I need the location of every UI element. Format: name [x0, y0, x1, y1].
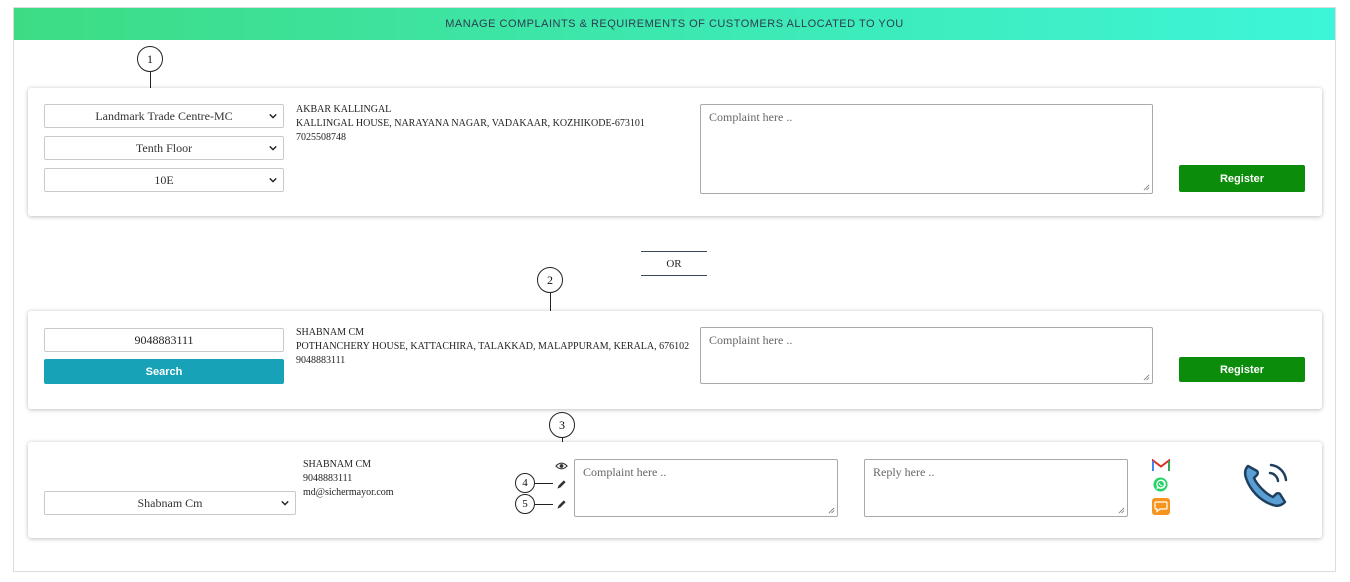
resize-grip-icon[interactable]	[1143, 374, 1150, 381]
annotation-line-2	[550, 293, 551, 311]
resize-grip-icon[interactable]	[1118, 507, 1125, 514]
chevron-down-icon	[269, 177, 277, 183]
building-select-value: Landmark Trade Centre-MC	[95, 109, 233, 123]
annotation-badge-2: 2	[537, 267, 563, 293]
resize-grip-icon[interactable]	[828, 507, 835, 514]
customer-phone: 9048883111	[303, 473, 353, 484]
annotation-line-5	[535, 504, 553, 505]
register-button[interactable]: Register	[1179, 165, 1305, 192]
chevron-down-icon	[269, 145, 277, 151]
building-select[interactable]: Landmark Trade Centre-MC	[44, 104, 284, 128]
customer-email: md@sichermayor.com	[303, 487, 394, 498]
whatsapp-icon[interactable]	[1153, 477, 1168, 492]
customer-name: SHABNAM CM	[296, 327, 365, 338]
complaint-textarea[interactable]: Complaint here ..	[574, 459, 838, 517]
annotation-badge-1: 1	[137, 46, 163, 72]
phone-search-input[interactable]: 9048883111	[44, 328, 284, 352]
eye-icon[interactable]	[555, 461, 568, 471]
annotation-line-1	[150, 72, 151, 89]
customer-info: SHABNAM CM POTHANCHERY HOUSE, KATTACHIRA…	[296, 326, 689, 368]
pencil-icon[interactable]	[556, 499, 567, 510]
complaint-textarea[interactable]: Complaint here ..	[700, 104, 1153, 194]
customer-phone: 9048883111	[296, 355, 346, 366]
complaint-placeholder: Complaint here ..	[709, 110, 793, 124]
unit-select-value: 10E	[154, 173, 174, 187]
annotation-badge-5: 5	[515, 494, 535, 514]
floor-select-value: Tenth Floor	[135, 141, 193, 155]
or-separator: OR	[641, 251, 707, 276]
customer-phone: 7025508748	[296, 132, 346, 143]
phone-call-icon[interactable]	[1240, 457, 1294, 511]
gmail-icon[interactable]	[1152, 459, 1170, 472]
sms-icon[interactable]	[1152, 498, 1170, 515]
register-button[interactable]: Register	[1179, 357, 1305, 382]
unit-select[interactable]: 10E	[44, 168, 284, 192]
customer-address: POTHANCHERY HOUSE, KATTACHIRA, TALAKKAD,…	[296, 341, 690, 352]
reply-placeholder: Reply here ..	[873, 465, 935, 479]
or-label: OR	[666, 257, 682, 270]
complaint-placeholder: Complaint here ..	[709, 333, 793, 347]
pencil-icon[interactable]	[556, 479, 567, 490]
search-button[interactable]: Search	[44, 359, 284, 384]
customer-name: SHABNAM CM	[303, 459, 372, 470]
floor-select[interactable]: Tenth Floor	[44, 136, 284, 160]
customer-info: AKBAR KALLINGAL KALLINGAL HOUSE, NARAYAN…	[296, 103, 645, 145]
annotation-line-4	[535, 483, 553, 484]
customer-address: KALLINGAL HOUSE, NARAYANA NAGAR, VADAKAA…	[296, 118, 645, 129]
chevron-down-icon	[269, 113, 277, 119]
annotation-badge-3: 3	[549, 412, 575, 438]
customer-select-value: Shabnam Cm	[137, 496, 203, 510]
customer-info: SHABNAM CM 9048883111 md@sichermayor.com	[303, 458, 394, 500]
resize-grip-icon[interactable]	[1143, 184, 1150, 191]
customer-name: AKBAR KALLINGAL	[296, 104, 392, 115]
reply-textarea[interactable]: Reply here ..	[864, 459, 1128, 517]
annotation-badge-4: 4	[515, 473, 535, 493]
complaint-textarea[interactable]: Complaint here ..	[700, 327, 1153, 384]
chevron-down-icon	[281, 500, 289, 506]
complaint-placeholder: Complaint here ..	[583, 465, 667, 479]
page-title: MANAGE COMPLAINTS & REQUIREMENTS OF CUST…	[445, 18, 904, 30]
customer-select[interactable]: Shabnam Cm	[44, 491, 296, 515]
page-header: MANAGE COMPLAINTS & REQUIREMENTS OF CUST…	[14, 8, 1335, 40]
